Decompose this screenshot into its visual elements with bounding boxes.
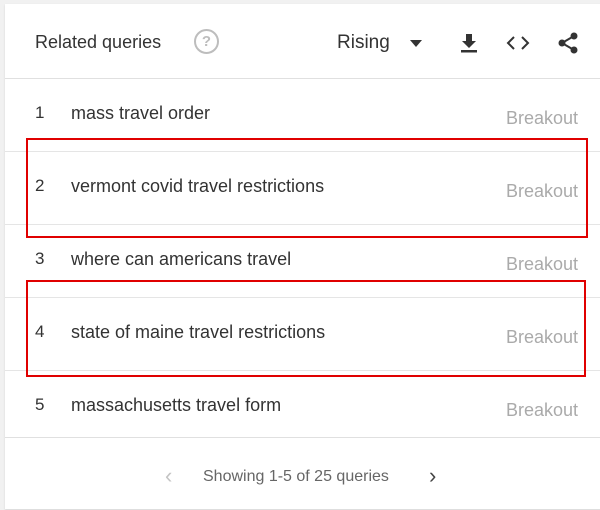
sort-select-value: Rising	[337, 32, 390, 53]
sort-select[interactable]: Rising	[337, 28, 422, 58]
query-value: Breakout	[505, 108, 578, 128]
query-value: Breakout	[505, 254, 578, 274]
query-text[interactable]: massachusetts travel form	[71, 395, 281, 416]
query-rank: 1	[35, 103, 45, 122]
query-rank: 5	[35, 395, 45, 414]
card-title: Related queries	[35, 32, 162, 52]
help-icon[interactable]: ?	[194, 29, 219, 54]
query-rank: 3	[35, 249, 45, 268]
query-value: Breakout	[505, 400, 578, 420]
highlight-box	[26, 280, 586, 377]
card-header: Related queries ? Rising	[5, 4, 600, 79]
query-text[interactable]: where can americans travel	[71, 249, 291, 270]
highlight-box	[26, 138, 588, 238]
download-icon[interactable]	[456, 30, 482, 56]
pagination-footer: ‹ Showing 1-5 of 25 queries ›	[5, 437, 600, 510]
share-icon[interactable]	[555, 30, 581, 56]
pagination-text: Showing 1-5 of 25 queries	[203, 468, 389, 485]
caret-down-icon	[409, 39, 422, 47]
related-queries-card: Related queries ? Rising 1 mass travel o…	[5, 4, 600, 509]
chevron-left-icon[interactable]: ‹	[165, 465, 183, 487]
query-row[interactable]: 5 massachusetts travel form Breakout	[5, 371, 600, 443]
chevron-right-icon[interactable]: ›	[429, 465, 447, 487]
code-icon[interactable]	[505, 30, 531, 56]
queries-list: 1 mass travel order Breakout 2 vermont c…	[5, 79, 600, 443]
query-text[interactable]: mass travel order	[71, 103, 210, 124]
